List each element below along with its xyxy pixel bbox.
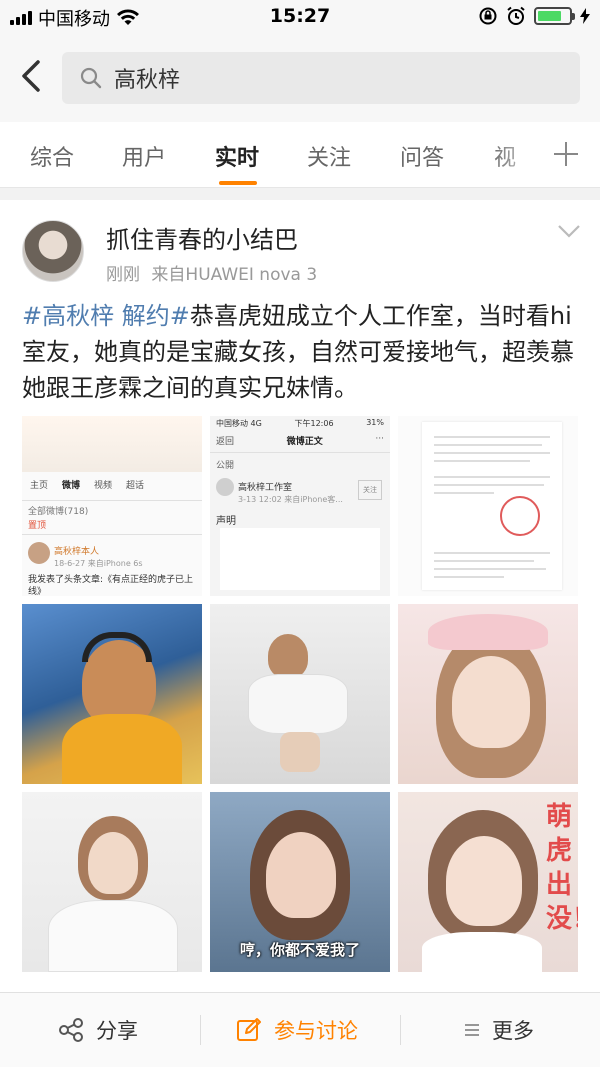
photo-figure — [48, 900, 178, 972]
mini-statement: 声明 — [216, 516, 236, 527]
photo-figure — [452, 656, 530, 748]
more-button[interactable]: 更多 — [464, 1015, 534, 1045]
mini-document — [220, 528, 380, 590]
battery-icon — [534, 7, 575, 25]
topic-link[interactable]: #高秋梓 解约# — [22, 302, 190, 330]
chevron-left-icon[interactable] — [14, 56, 50, 96]
photo-figure — [280, 732, 320, 772]
avatar[interactable] — [22, 220, 84, 282]
image-grid: 主页 微博 视频 超话 全部微博(718) 置顶 高秋梓本人 18-6-27 来… — [22, 416, 578, 974]
photo-figure — [62, 714, 182, 784]
charging-icon — [580, 8, 590, 24]
shirt-print — [70, 914, 156, 932]
photo-figure — [422, 932, 542, 972]
search-icon-wrap — [62, 52, 102, 104]
mini-time: 下午12:06 — [294, 419, 334, 428]
mini-more: ··· — [375, 434, 384, 444]
edit-icon — [237, 1018, 261, 1041]
chevron-down-icon[interactable] — [556, 222, 582, 240]
tab-realtime[interactable]: 实时 — [215, 140, 259, 172]
post-meta: 刚刚 来自HUAWEI nova 3 — [106, 260, 323, 285]
search-input[interactable]: 高秋梓 — [62, 52, 580, 104]
mini-nav: 返回 微博正文 ··· — [210, 434, 390, 447]
mini-status: 中国移动 4G 下午12:06 31% — [210, 418, 390, 429]
divider — [200, 1015, 201, 1045]
side-caption: 萌虎出没！ — [546, 802, 578, 934]
status-right — [478, 6, 590, 26]
post-text: #高秋梓 解约#恭喜虎妞成立个人工作室，当时看hi室友，她真的是宝藏女孩，自然可… — [22, 298, 582, 406]
photo-figure — [446, 836, 522, 926]
beret — [428, 614, 548, 650]
photo-figure — [248, 674, 348, 734]
mini-tab: 超话 — [126, 481, 145, 491]
post-source: 来自HUAWEI nova 3 — [151, 265, 318, 285]
action-bar: 分享 参与讨论 更多 — [0, 992, 600, 1067]
tab-fade — [490, 122, 550, 187]
tab-following[interactable]: 关注 — [307, 140, 351, 172]
discuss-label: 参与讨论 — [274, 1019, 358, 1043]
photo-figure — [88, 832, 138, 894]
search-header: 高秋梓 — [0, 34, 600, 122]
mini-tab: 微博 — [62, 481, 81, 491]
share-icon — [59, 1018, 83, 1042]
plus-icon[interactable] — [552, 134, 580, 174]
divider — [400, 1015, 401, 1045]
mini-tabs: 主页 微博 视频 超话 — [22, 478, 202, 496]
mini-body: 我发表了头条文章:《有点正经的虎子已上线》 — [28, 575, 194, 596]
tab-comprehensive[interactable]: 综合 — [30, 140, 74, 172]
meme-caption: 哼，你都不爱我了 — [239, 941, 360, 959]
post-image-3[interactable] — [398, 416, 578, 596]
mini-title: 微博正文 — [286, 437, 323, 447]
post-time: 刚刚 — [106, 265, 140, 285]
tab-qa[interactable]: 问答 — [400, 140, 444, 172]
menu-icon — [465, 1024, 479, 1036]
share-button[interactable]: 分享 — [58, 1015, 138, 1045]
share-label: 分享 — [96, 1019, 138, 1043]
post-image-8[interactable]: 哼，你都不爱我了 — [210, 792, 390, 972]
search-icon — [80, 67, 102, 89]
rotation-lock-icon — [479, 7, 497, 25]
photo-figure — [266, 832, 336, 918]
post-image-4[interactable] — [22, 604, 202, 784]
mini-battery: 31% — [366, 418, 384, 427]
mini-carrier: 中国移动 4G — [216, 419, 262, 428]
post-image-5[interactable] — [210, 604, 390, 784]
tab-users[interactable]: 用户 — [122, 140, 166, 172]
mini-tab: 视频 — [94, 481, 113, 491]
mini-account: 高秋梓本人 — [54, 547, 100, 557]
mini-tab: 主页 — [30, 481, 49, 491]
document-image — [422, 422, 562, 590]
mini-visibility: 公開 — [216, 461, 235, 471]
post-card: 抓住青春的小结巴 刚刚 来自HUAWEI nova 3 #高秋梓 解约#恭喜虎妞… — [0, 200, 600, 992]
search-query: 高秋梓 — [114, 68, 181, 93]
post-image-2[interactable]: 中国移动 4G 下午12:06 31% 返回 微博正文 ··· 公開 高秋梓工作… — [210, 416, 390, 596]
red-seal — [500, 496, 540, 536]
mini-back: 返回 — [216, 437, 235, 447]
tab-active-indicator — [219, 181, 257, 185]
mini-follow: 关注 — [358, 480, 382, 500]
headphones-icon — [82, 632, 152, 662]
more-label: 更多 — [492, 1019, 534, 1043]
alarm-icon — [507, 6, 525, 25]
post-username[interactable]: 抓住青春的小结巴 — [106, 220, 298, 255]
post-image-7[interactable] — [22, 792, 202, 972]
status-bar: 中国移动 15:27 — [0, 0, 600, 34]
discuss-button[interactable]: 参与讨论 — [236, 1015, 358, 1045]
post-image-9[interactable]: 萌虎出没！ — [398, 792, 578, 972]
post-image-1[interactable]: 主页 微博 视频 超话 全部微博(718) 置顶 高秋梓本人 18-6-27 来… — [22, 416, 202, 596]
mini-date: 18-6-27 来自iPhone 6s — [54, 559, 143, 568]
post-image-6[interactable] — [398, 604, 578, 784]
battery-fill — [538, 11, 561, 21]
mini-filter: 全部微博(718) — [28, 507, 89, 517]
tab-bar: 综合 用户 实时 关注 问答 视 — [0, 122, 600, 188]
photo-figure — [268, 634, 308, 678]
mini-pinned: 置顶 — [28, 521, 47, 531]
